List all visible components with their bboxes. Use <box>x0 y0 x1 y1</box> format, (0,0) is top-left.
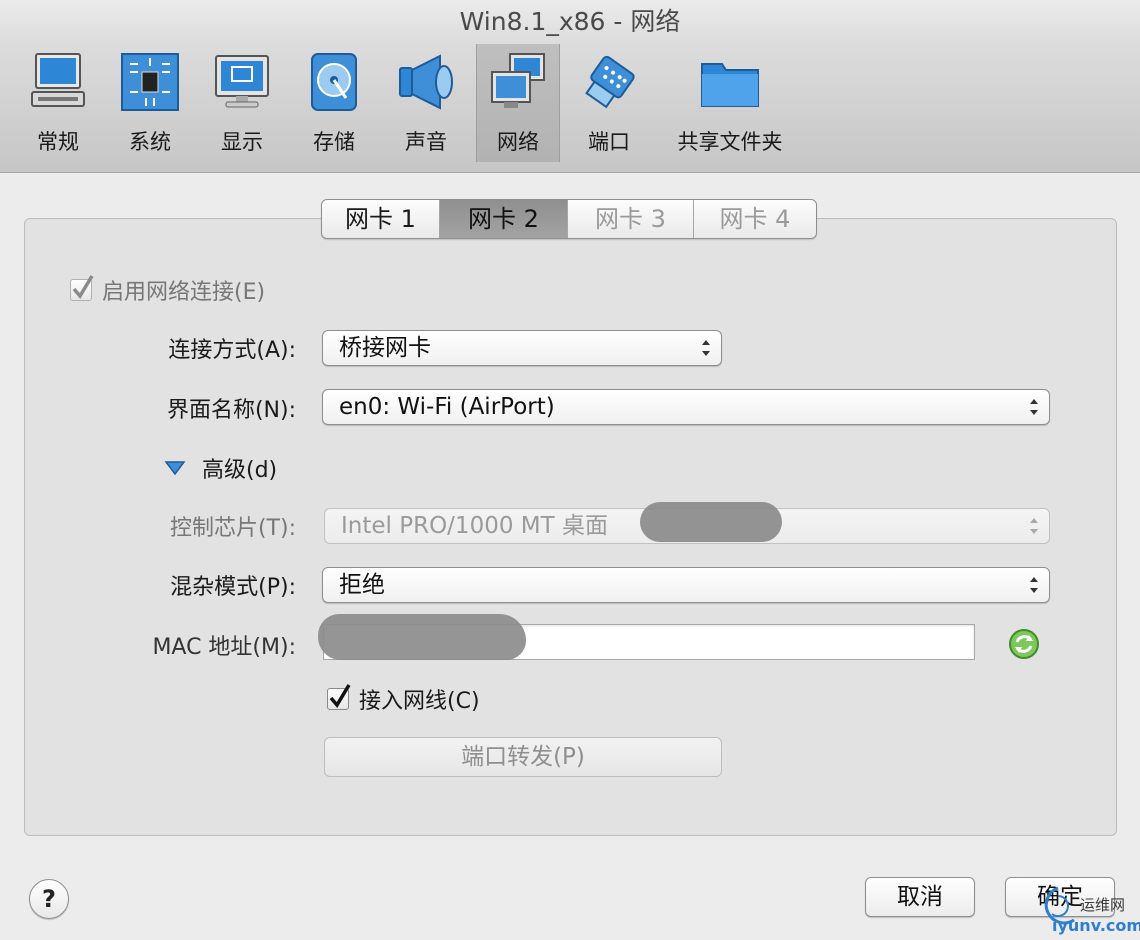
adapter-type-value: Intel PRO/1000 MT 桌面 <box>341 513 608 539</box>
chip-icon <box>121 53 179 111</box>
redaction-scribble <box>318 614 526 660</box>
promiscuous-mode-select[interactable]: 拒绝 <box>322 567 1050 603</box>
site-watermark: 运维网 iyunv.com <box>1038 880 1140 940</box>
folder-icon <box>701 63 759 107</box>
watermark-site-name: 运维网 <box>1080 896 1126 914</box>
toolbar-label-audio: 声音 <box>405 130 447 154</box>
monitor-icon <box>215 55 269 108</box>
interface-name-label: 界面名称(N): <box>166 398 296 423</box>
checkmark-icon <box>72 275 94 299</box>
interface-name-select[interactable]: en0: Wi-Fi (AirPort) <box>322 389 1050 425</box>
toolbar-item-storage[interactable]: 存储 <box>290 44 378 162</box>
window-title: Win8.1_x86 - 网络 <box>459 7 681 36</box>
adapter-type-label: 控制芯片(T): <box>169 516 296 541</box>
port-forwarding-button[interactable]: 端口转发(P) <box>324 737 722 777</box>
toolbar-item-audio[interactable]: 声音 <box>382 44 470 162</box>
advanced-disclosure[interactable]: 高级(d) <box>164 452 277 484</box>
promiscuous-mode-label: 混杂模式(P): <box>170 575 296 600</box>
toolbar-label-system: 系统 <box>129 130 171 154</box>
toolbar-label-shared-folders: 共享文件夹 <box>677 130 783 154</box>
disclosure-triangle-icon <box>164 461 186 476</box>
toolbar-item-serial[interactable]: 端口 <box>564 44 654 162</box>
toolbar-label-serial: 端口 <box>588 130 630 154</box>
enable-network-checkbox-box <box>70 275 94 301</box>
attached-to-value: 桥接网卡 <box>339 335 431 361</box>
interface-name-value: en0: Wi-Fi (AirPort) <box>339 394 555 420</box>
toolbar-item-general[interactable]: 常规 <box>14 44 102 162</box>
advanced-label: 高级(d) <box>202 458 278 483</box>
tab-adapter-3[interactable]: 网卡 3 <box>568 200 694 238</box>
updown-arrows-icon <box>1030 577 1038 593</box>
computer-icon <box>31 53 85 107</box>
toolbar-item-shared-folders[interactable]: 共享文件夹 <box>664 44 796 162</box>
toolbar-label-display: 显示 <box>221 130 263 154</box>
checkmark-icon <box>329 684 351 708</box>
toolbar-item-system[interactable]: 系统 <box>106 44 194 162</box>
tab-adapter-1[interactable]: 网卡 1 <box>322 200 440 238</box>
promiscuous-mode-value: 拒绝 <box>339 572 385 598</box>
cable-connected-label: 接入网线(C) <box>359 689 480 714</box>
adapter-tab-bar: 网卡 1 网卡 2 网卡 3 网卡 4 <box>321 199 817 239</box>
window-title-bar: Win8.1_x86 - 网络 <box>0 0 1140 44</box>
watermark-url: iyunv.com <box>1052 916 1140 935</box>
cable-connected-checkbox[interactable]: 接入网线(C) <box>327 683 480 715</box>
speaker-icon <box>399 54 453 110</box>
enable-network-label: 启用网络连接(E) <box>102 280 266 305</box>
toolbar-label-storage: 存储 <box>313 130 355 154</box>
refresh-mac-icon[interactable] <box>1008 628 1040 660</box>
enable-network-checkbox[interactable]: 启用网络连接(E) <box>70 274 265 306</box>
attached-to-label: 连接方式(A): <box>168 338 296 363</box>
updown-arrows-icon <box>1030 399 1038 415</box>
tab-adapter-4[interactable]: 网卡 4 <box>694 200 816 238</box>
toolbar-item-display[interactable]: 显示 <box>198 44 286 162</box>
attached-to-select[interactable]: 桥接网卡 <box>322 330 722 366</box>
disk-icon <box>311 53 357 111</box>
network-icon <box>491 53 545 108</box>
toolbar-label-network: 网络 <box>497 130 539 154</box>
updown-arrows-icon <box>702 340 710 356</box>
cable-connected-checkbox-box <box>327 684 351 710</box>
tab-adapter-2[interactable]: 网卡 2 <box>440 200 568 238</box>
toolbar-label-general: 常规 <box>37 130 79 154</box>
settings-toolbar: 常规 系统 显示 存储 声音 网络 端口 共享文件夹 <box>0 44 1140 173</box>
redaction-scribble <box>640 502 782 542</box>
mac-address-label: MAC 地址(M): <box>152 635 296 660</box>
updown-arrows-icon <box>1030 518 1038 534</box>
toolbar-item-network[interactable]: 网络 <box>476 44 560 162</box>
serial-port-icon <box>585 55 635 109</box>
cancel-button[interactable]: 取消 <box>865 877 975 917</box>
help-button[interactable]: ? <box>29 879 69 919</box>
